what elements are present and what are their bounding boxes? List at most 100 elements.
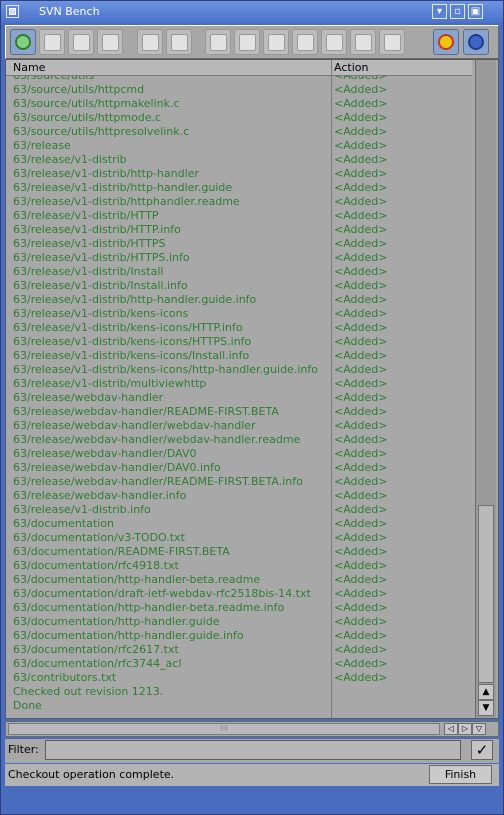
list-row[interactable]: 63/release/v1-distrib/Install <Added> (6, 265, 472, 279)
toolbar-button-document[interactable] (205, 29, 231, 55)
list-row[interactable]: 63/release/v1-distrib/http-handler.guide… (6, 293, 472, 307)
list-row[interactable]: 63/release/v1-distrib/HTTP.info <Added> (6, 223, 472, 237)
list-row[interactable]: 63/release/v1-distrib/multiviewhttp <Adde… (6, 377, 472, 391)
list-row[interactable]: 63/release <Added> (6, 139, 472, 153)
apply-filter-button[interactable]: ✓ (471, 740, 493, 760)
row-action: <Added> (334, 545, 388, 558)
list-row[interactable]: 63/documentation/rfc2617.txt <Added> (6, 643, 472, 657)
row-name: 63/source/utils/httpmakelink.c (13, 97, 180, 110)
list-row[interactable]: 63/release/webdav-handler/README-FIRST.B… (6, 405, 472, 419)
list-row[interactable]: Checked out revision 1213. (6, 685, 472, 699)
row-name: 63/release/v1-distrib/http-handler.guide… (13, 293, 257, 306)
row-name: 63/documentation/v3-TODO.txt (13, 531, 185, 544)
toolbar-button-document[interactable] (263, 29, 289, 55)
toolbar-button-users[interactable] (379, 29, 405, 55)
title-bar[interactable]: SVN Bench ▾ ▫ ▣ (1, 1, 503, 23)
search-icon (354, 33, 372, 51)
list-row[interactable]: 63/release/webdav-handler/webdav-handler… (6, 433, 472, 447)
scroll-right-icon[interactable]: ▷ (458, 723, 472, 735)
row-name: 63/documentation/draft-ietf-webdav-rfc25… (13, 587, 311, 600)
list-row[interactable]: 63/release/v1-distrib <Added> (6, 153, 472, 167)
iconify-icon[interactable]: ▾ (432, 4, 447, 19)
row-name: 63/documentation/http-handler.guide (13, 615, 220, 628)
list-row[interactable]: 63/release/v1-distrib/kens-icons/Install… (6, 349, 472, 363)
list-row[interactable]: 63/documentation/rfc3744_acl <Added> (6, 657, 472, 671)
scroll-left-icon[interactable]: ◁ (444, 723, 458, 735)
list-row[interactable]: 63/documentation/http-handler-beta.readm… (6, 601, 472, 615)
toolbar-button-arrow-up[interactable] (39, 29, 65, 55)
export-icon (325, 33, 343, 51)
list-row[interactable]: 63/documentation/http-handler-beta.readm… (6, 573, 472, 587)
list-row[interactable]: 63/release/v1-distrib/httphandler.readme… (6, 195, 472, 209)
close-window-icon[interactable] (6, 5, 19, 18)
row-name: 63/source/utils/httpcmd (13, 83, 145, 96)
list-row[interactable]: 63/documentation/draft-ietf-webdav-rfc25… (6, 587, 472, 601)
list-row[interactable]: 63/release/webdav-handler/webdav-handler… (6, 419, 472, 433)
vertical-scrollbar[interactable]: ▲ ▼ (475, 60, 496, 718)
row-name: 63/release/v1-distrib/kens-icons/Install… (13, 349, 250, 362)
list-row[interactable]: 63/release/webdav-handler.info <Added> (6, 489, 472, 503)
toolbar-button-clean[interactable] (97, 29, 123, 55)
list-row[interactable]: 63/source/utils/httpcmd <Added> (6, 83, 472, 97)
horizontal-scroll-thumb[interactable]: ⁝⁝⁝ (8, 723, 440, 735)
list-row[interactable]: 63/documentation/rfc4918.txt <Added> (6, 559, 472, 573)
list-row[interactable]: 63/release/v1-distrib/Install.info <Added… (6, 279, 472, 293)
list-row[interactable]: 63/source/utils<Added> (6, 76, 472, 83)
toolbar-button-settings[interactable] (463, 29, 489, 55)
list-row[interactable]: 63/source/utils/httpmakelink.c <Added> (6, 97, 472, 111)
zoom-icon[interactable]: ▫ (450, 4, 465, 19)
list-row[interactable]: 63/release/v1-distrib/HTTPS <Added> (6, 237, 472, 251)
list-row[interactable]: 63/release/v1-distrib/HTTP <Added> (6, 209, 472, 223)
toolbar-button-arrow-down[interactable] (68, 29, 94, 55)
column-name-header[interactable]: Name (13, 61, 45, 74)
list-row[interactable]: 63/source/utils/httpresolvelink.c <Added> (6, 125, 472, 139)
scroll-up-icon[interactable]: ▲ (478, 684, 494, 700)
scroll-down-icon[interactable]: ▼ (478, 700, 494, 716)
horizontal-scrollbar[interactable]: ⁝⁝⁝ ◁ ▷ ▽ (5, 721, 499, 737)
list-row[interactable]: Done (6, 699, 472, 713)
list-row[interactable]: 63/documentation/http-handler.guide <Adde… (6, 615, 472, 629)
row-action: <Added> (334, 489, 388, 502)
toolbar-button-new[interactable] (137, 29, 163, 55)
row-action: <Added> (334, 531, 388, 544)
row-action: <Added> (334, 433, 388, 446)
list-row[interactable]: 63/documentation/README-FIRST.BETA <Added… (6, 545, 472, 559)
toolbar-button-edit[interactable] (166, 29, 192, 55)
list-row[interactable]: 63/release/webdav-handler/DAV0 <Added> (6, 447, 472, 461)
list-row[interactable]: 63/release/v1-distrib/kens-icons <Added> (6, 307, 472, 321)
list-row[interactable]: 63/release/webdav-handler <Added> (6, 391, 472, 405)
row-action: <Added> (334, 76, 387, 83)
list-row[interactable]: 63/release/v1-distrib/kens-icons/HTTP.in… (6, 321, 472, 335)
finish-button[interactable]: Finish (429, 765, 492, 784)
scroll-down-small-icon[interactable]: ▽ (472, 723, 486, 735)
list-rows: 63/source/utils<Added>63/source/utils/ht… (6, 76, 472, 718)
toolbar-button-refresh[interactable] (10, 29, 36, 55)
toolbar-button-app-grid[interactable] (433, 29, 459, 55)
list-row[interactable]: 63/documentation <Added> (6, 517, 472, 531)
list-row[interactable]: 63/release/v1-distrib/http-handler <Added… (6, 167, 472, 181)
toolbar-button-document[interactable] (234, 29, 260, 55)
column-action-header[interactable]: Action (334, 61, 368, 74)
list-row[interactable]: 63/release/v1-distrib/kens-icons/HTTPS.i… (6, 335, 472, 349)
arrow-up-icon (43, 33, 61, 51)
filter-input[interactable] (45, 740, 461, 760)
row-action: <Added> (334, 587, 388, 600)
list-row[interactable]: 63/source/utils/httpmode.c <Added> (6, 111, 472, 125)
list-row[interactable]: 63/documentation/http-handler.guide.info… (6, 629, 472, 643)
list-row[interactable]: 63/release/v1-distrib/HTTPS.info <Added> (6, 251, 472, 265)
toolbar-button-export[interactable] (321, 29, 347, 55)
row-name: 63/source/utils/httpmode.c (13, 111, 162, 124)
vertical-scroll-thumb[interactable] (478, 505, 494, 683)
edit-icon (170, 33, 188, 51)
list-row[interactable]: 63/documentation/v3-TODO.txt <Added> (6, 531, 472, 545)
list-row[interactable]: 63/release/v1-distrib.info <Added> (6, 503, 472, 517)
list-row[interactable]: 63/release/v1-distrib/http-handler.guide… (6, 181, 472, 195)
list-row[interactable]: 63/release/v1-distrib/kens-icons/http-ha… (6, 363, 472, 377)
list-row[interactable]: 63/contributors.txt <Added> (6, 671, 472, 685)
toolbar-button-search[interactable] (350, 29, 376, 55)
depth-icon[interactable]: ▣ (468, 4, 483, 19)
list-header: Name Action (6, 60, 472, 76)
toolbar-button-info[interactable] (292, 29, 318, 55)
list-row[interactable]: 63/release/webdav-handler/DAV0.info <Adde… (6, 461, 472, 475)
list-row[interactable]: 63/release/webdav-handler/README-FIRST.B… (6, 475, 472, 489)
